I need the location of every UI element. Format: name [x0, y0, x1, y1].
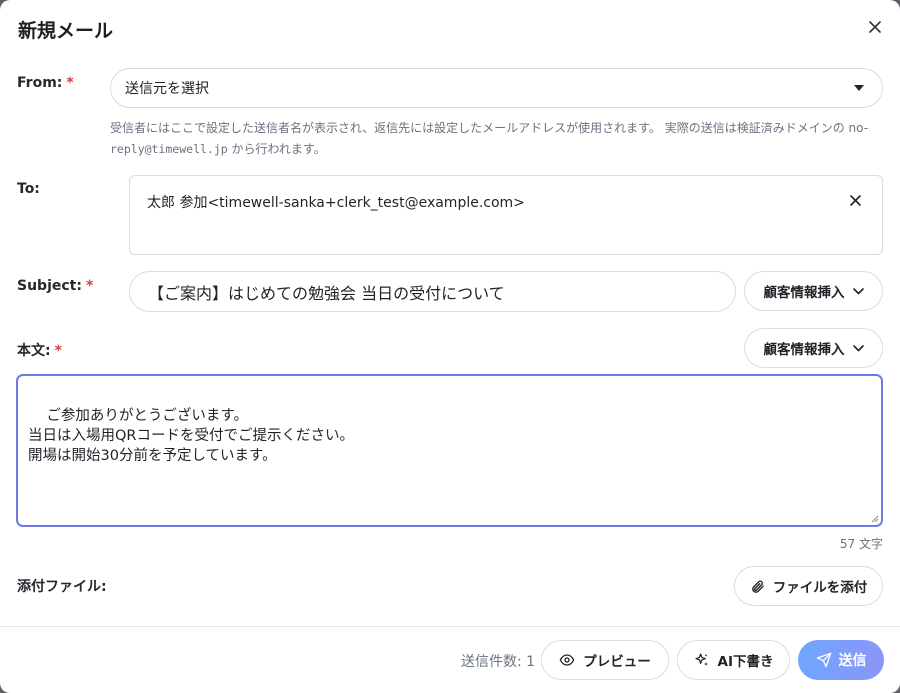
- close-icon: [849, 194, 861, 206]
- required-mark: *: [66, 75, 74, 91]
- from-select[interactable]: 送信元を選択: [110, 68, 883, 108]
- from-help-line: 受信者にはここで設定した送信者名が表示され、返信先には設定したメールアドレスが使…: [110, 121, 869, 135]
- attachment-label: 添付ファイル:: [17, 579, 107, 595]
- recipient-chip: 太郎 参加<timewell-sanka+clerk_test@example.…: [147, 195, 525, 211]
- chevron-down-icon: [852, 344, 864, 351]
- chevron-down-icon: [852, 287, 864, 294]
- required-mark: *: [54, 343, 62, 359]
- insert-button-label: 顧客情報挿入: [763, 342, 845, 358]
- caret-down-icon: [854, 85, 864, 91]
- ai-draft-button[interactable]: AI下書き: [677, 640, 790, 680]
- send-icon: [816, 652, 831, 668]
- insert-button-label: 顧客情報挿入: [763, 285, 845, 301]
- body-insert-customer-info-button[interactable]: 顧客情報挿入: [744, 328, 883, 368]
- eye-icon: [559, 654, 575, 666]
- attach-file-label: ファイルを添付: [772, 580, 868, 596]
- subject-label: Subject: *: [17, 278, 93, 294]
- to-label: To:: [17, 181, 40, 197]
- body-label-text: 本文:: [17, 343, 51, 359]
- send-button-label: 送信: [838, 653, 867, 669]
- from-label: From: *: [17, 75, 74, 91]
- from-select-value: 送信元を選択: [125, 81, 209, 97]
- body-textarea[interactable]: ご参加ありがとうございます。 当日は入場用QRコードを受付でご提示ください。 開…: [16, 374, 883, 527]
- remove-recipient-button[interactable]: [846, 191, 864, 209]
- subject-insert-customer-info-button[interactable]: 顧客情報挿入: [744, 271, 883, 311]
- from-help-text: 受信者にはここで設定した送信者名が表示され、返信先には設定したメールアドレスが使…: [110, 118, 878, 160]
- to-recipients-field[interactable]: 太郎 参加<timewell-sanka+clerk_test@example.…: [129, 175, 883, 255]
- footer-divider: [0, 626, 900, 627]
- from-label-text: From:: [17, 75, 63, 91]
- body-text: ご参加ありがとうございます。 当日は入場用QRコードを受付でご提示ください。 開…: [28, 408, 354, 464]
- char-count: 57 文字: [839, 537, 883, 551]
- attach-file-button[interactable]: ファイルを添付: [734, 566, 883, 606]
- dialog-title: 新規メール: [18, 20, 114, 42]
- from-help-tail: から行われます。: [227, 142, 326, 156]
- resize-handle-icon[interactable]: [870, 514, 879, 523]
- send-button[interactable]: 送信: [798, 640, 884, 680]
- subject-input[interactable]: 【ご案内】はじめての勉強会 当日の受付について: [129, 271, 736, 312]
- sparkles-icon: [694, 653, 708, 666]
- ai-draft-label: AI下書き: [717, 654, 774, 670]
- subject-label-text: Subject:: [17, 278, 82, 294]
- close-button[interactable]: [862, 14, 888, 40]
- new-mail-dialog: 新規メール From: * 送信元を選択 受信者にはここで設定した送信者名が表示さ…: [0, 0, 900, 693]
- close-icon: [869, 21, 881, 33]
- send-count: 送信件数: 1: [461, 654, 536, 670]
- body-label: 本文: *: [17, 340, 62, 360]
- paperclip-icon: [751, 580, 764, 593]
- preview-button-label: プレビュー: [583, 654, 651, 670]
- preview-button[interactable]: プレビュー: [541, 640, 669, 680]
- required-mark: *: [85, 278, 94, 294]
- from-help-address: reply@timewell.jp: [110, 142, 228, 156]
